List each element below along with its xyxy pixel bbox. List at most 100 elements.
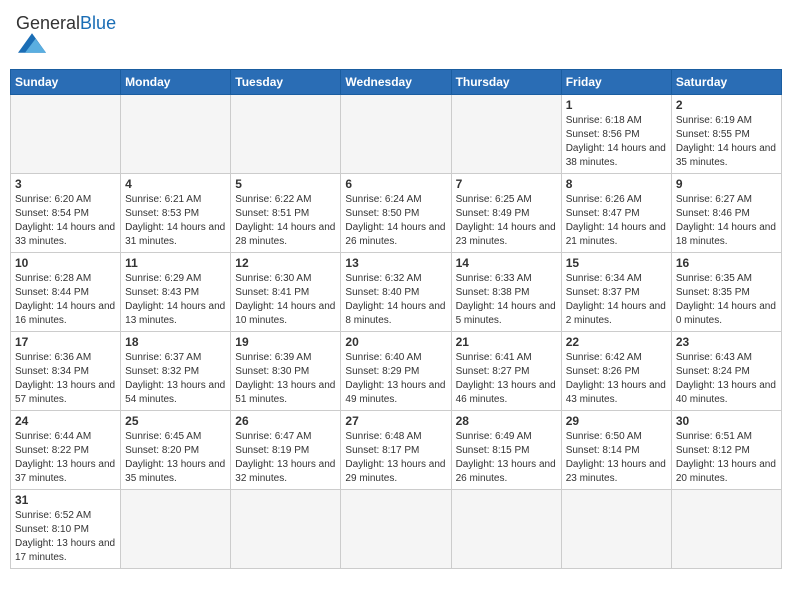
day-info: Sunrise: 6:36 AMSunset: 8:34 PMDaylight:… [15, 351, 116, 407]
logo-icon [18, 32, 46, 54]
day-number: 15 [566, 256, 667, 270]
calendar-cell: 29 Sunrise: 6:50 AMSunset: 8:14 PMDayligh… [561, 411, 671, 490]
calendar-cell: 16 Sunrise: 6:35 AMSunset: 8:35 PMDayligh… [671, 253, 781, 332]
day-number: 29 [566, 414, 667, 428]
day-info: Sunrise: 6:52 AMSunset: 8:10 PMDaylight:… [15, 509, 116, 565]
calendar-cell: 3 Sunrise: 6:20 AMSunset: 8:54 PMDaylight… [11, 174, 121, 253]
calendar-cell: 8Sunrise: 6:26 AMSunset: 8:47 PMDaylight… [561, 174, 671, 253]
calendar-cell [231, 95, 341, 174]
day-number: 4 [125, 177, 226, 191]
calendar-cell: 25Sunrise: 6:45 AMSunset: 8:20 PMDayligh… [121, 411, 231, 490]
day-number: 27 [345, 414, 446, 428]
day-info: Sunrise: 6:37 AMSunset: 8:32 PMDaylight:… [125, 351, 226, 407]
weekday-header-wednesday: Wednesday [341, 70, 451, 95]
day-info: Sunrise: 6:22 AMSunset: 8:51 PMDaylight:… [235, 193, 336, 249]
calendar-cell: 11 Sunrise: 6:29 AMSunset: 8:43 PMDayligh… [121, 253, 231, 332]
calendar-cell [451, 95, 561, 174]
calendar-cell [121, 95, 231, 174]
day-number: 9 [676, 177, 777, 191]
day-info: Sunrise: 6:28 AMSunset: 8:44 PMDaylight:… [15, 272, 116, 328]
calendar-cell: 12 Sunrise: 6:30 AMSunset: 8:41 PMDayligh… [231, 253, 341, 332]
day-info: Sunrise: 6:27 AMSunset: 8:46 PMDaylight:… [676, 193, 777, 249]
day-number: 14 [456, 256, 557, 270]
calendar-cell: 19 Sunrise: 6:39 AMSunset: 8:30 PMDayligh… [231, 332, 341, 411]
calendar-cell [671, 490, 781, 569]
calendar-cell: 1 Sunrise: 6:18 AMSunset: 8:56 PMDaylight… [561, 95, 671, 174]
day-number: 20 [345, 335, 446, 349]
calendar-cell: 24 Sunrise: 6:44 AMSunset: 8:22 PMDayligh… [11, 411, 121, 490]
calendar-cell: 28Sunrise: 6:49 AMSunset: 8:15 PMDayligh… [451, 411, 561, 490]
calendar-cell: 18 Sunrise: 6:37 AMSunset: 8:32 PMDayligh… [121, 332, 231, 411]
day-info: Sunrise: 6:41 AMSunset: 8:27 PMDaylight:… [456, 351, 557, 407]
calendar-cell: 27 Sunrise: 6:48 AMSunset: 8:17 PMDayligh… [341, 411, 451, 490]
day-info: Sunrise: 6:25 AMSunset: 8:49 PMDaylight:… [456, 193, 557, 249]
weekday-header-row: SundayMondayTuesdayWednesdayThursdayFrid… [11, 70, 782, 95]
day-info: Sunrise: 6:39 AMSunset: 8:30 PMDaylight:… [235, 351, 336, 407]
calendar-cell [11, 95, 121, 174]
weekday-header-monday: Monday [121, 70, 231, 95]
calendar-cell: 21 Sunrise: 6:41 AMSunset: 8:27 PMDayligh… [451, 332, 561, 411]
calendar-cell: 14 Sunrise: 6:33 AMSunset: 8:38 PMDayligh… [451, 253, 561, 332]
calendar-cell: 9 Sunrise: 6:27 AMSunset: 8:46 PMDaylight… [671, 174, 781, 253]
weekday-header-thursday: Thursday [451, 70, 561, 95]
day-info: Sunrise: 6:51 AMSunset: 8:12 PMDaylight:… [676, 430, 777, 486]
day-info: Sunrise: 6:30 AMSunset: 8:41 PMDaylight:… [235, 272, 336, 328]
week-row-4: 17 Sunrise: 6:36 AMSunset: 8:34 PMDayligh… [11, 332, 782, 411]
day-number: 24 [15, 414, 116, 428]
day-number: 31 [15, 493, 116, 507]
day-info: Sunrise: 6:33 AMSunset: 8:38 PMDaylight:… [456, 272, 557, 328]
day-info: Sunrise: 6:35 AMSunset: 8:35 PMDaylight:… [676, 272, 777, 328]
day-number: 16 [676, 256, 777, 270]
logo-text: GeneralBlue [16, 14, 116, 32]
calendar-cell: 4 Sunrise: 6:21 AMSunset: 8:53 PMDaylight… [121, 174, 231, 253]
day-info: Sunrise: 6:48 AMSunset: 8:17 PMDaylight:… [345, 430, 446, 486]
calendar-cell: 20 Sunrise: 6:40 AMSunset: 8:29 PMDayligh… [341, 332, 451, 411]
weekday-header-friday: Friday [561, 70, 671, 95]
calendar-cell: 2Sunrise: 6:19 AMSunset: 8:55 PMDaylight… [671, 95, 781, 174]
day-number: 12 [235, 256, 336, 270]
page: GeneralBlue SundayMondayTuesdayWednesday… [0, 0, 792, 612]
day-number: 11 [125, 256, 226, 270]
logo: GeneralBlue [16, 14, 116, 59]
calendar-cell [561, 490, 671, 569]
day-info: Sunrise: 6:19 AMSunset: 8:55 PMDaylight:… [676, 114, 777, 170]
day-info: Sunrise: 6:43 AMSunset: 8:24 PMDaylight:… [676, 351, 777, 407]
calendar-cell: 31 Sunrise: 6:52 AMSunset: 8:10 PMDayligh… [11, 490, 121, 569]
day-number: 18 [125, 335, 226, 349]
day-number: 23 [676, 335, 777, 349]
day-info: Sunrise: 6:50 AMSunset: 8:14 PMDaylight:… [566, 430, 667, 486]
calendar-table: SundayMondayTuesdayWednesdayThursdayFrid… [10, 69, 782, 569]
day-number: 21 [456, 335, 557, 349]
calendar-cell: 6Sunrise: 6:24 AMSunset: 8:50 PMDaylight… [341, 174, 451, 253]
day-info: Sunrise: 6:21 AMSunset: 8:53 PMDaylight:… [125, 193, 226, 249]
day-number: 5 [235, 177, 336, 191]
day-number: 26 [235, 414, 336, 428]
calendar-cell: 22Sunrise: 6:42 AMSunset: 8:26 PMDayligh… [561, 332, 671, 411]
day-number: 1 [566, 98, 667, 112]
calendar-cell: 15Sunrise: 6:34 AMSunset: 8:37 PMDayligh… [561, 253, 671, 332]
day-info: Sunrise: 6:20 AMSunset: 8:54 PMDaylight:… [15, 193, 116, 249]
calendar-cell [451, 490, 561, 569]
day-number: 19 [235, 335, 336, 349]
day-number: 3 [15, 177, 116, 191]
day-info: Sunrise: 6:40 AMSunset: 8:29 PMDaylight:… [345, 351, 446, 407]
week-row-5: 24 Sunrise: 6:44 AMSunset: 8:22 PMDayligh… [11, 411, 782, 490]
week-row-1: 1 Sunrise: 6:18 AMSunset: 8:56 PMDaylight… [11, 95, 782, 174]
calendar-cell: 10 Sunrise: 6:28 AMSunset: 8:44 PMDayligh… [11, 253, 121, 332]
day-number: 30 [676, 414, 777, 428]
day-number: 13 [345, 256, 446, 270]
logo-blue: Blue [80, 13, 116, 33]
day-number: 10 [15, 256, 116, 270]
calendar-cell: 13Sunrise: 6:32 AMSunset: 8:40 PMDayligh… [341, 253, 451, 332]
calendar-cell: 23 Sunrise: 6:43 AMSunset: 8:24 PMDayligh… [671, 332, 781, 411]
day-number: 22 [566, 335, 667, 349]
day-info: Sunrise: 6:47 AMSunset: 8:19 PMDaylight:… [235, 430, 336, 486]
week-row-6: 31 Sunrise: 6:52 AMSunset: 8:10 PMDayligh… [11, 490, 782, 569]
day-info: Sunrise: 6:44 AMSunset: 8:22 PMDaylight:… [15, 430, 116, 486]
day-info: Sunrise: 6:18 AMSunset: 8:56 PMDaylight:… [566, 114, 667, 170]
calendar-cell: 7Sunrise: 6:25 AMSunset: 8:49 PMDaylight… [451, 174, 561, 253]
day-number: 28 [456, 414, 557, 428]
day-info: Sunrise: 6:29 AMSunset: 8:43 PMDaylight:… [125, 272, 226, 328]
day-number: 17 [15, 335, 116, 349]
day-number: 25 [125, 414, 226, 428]
